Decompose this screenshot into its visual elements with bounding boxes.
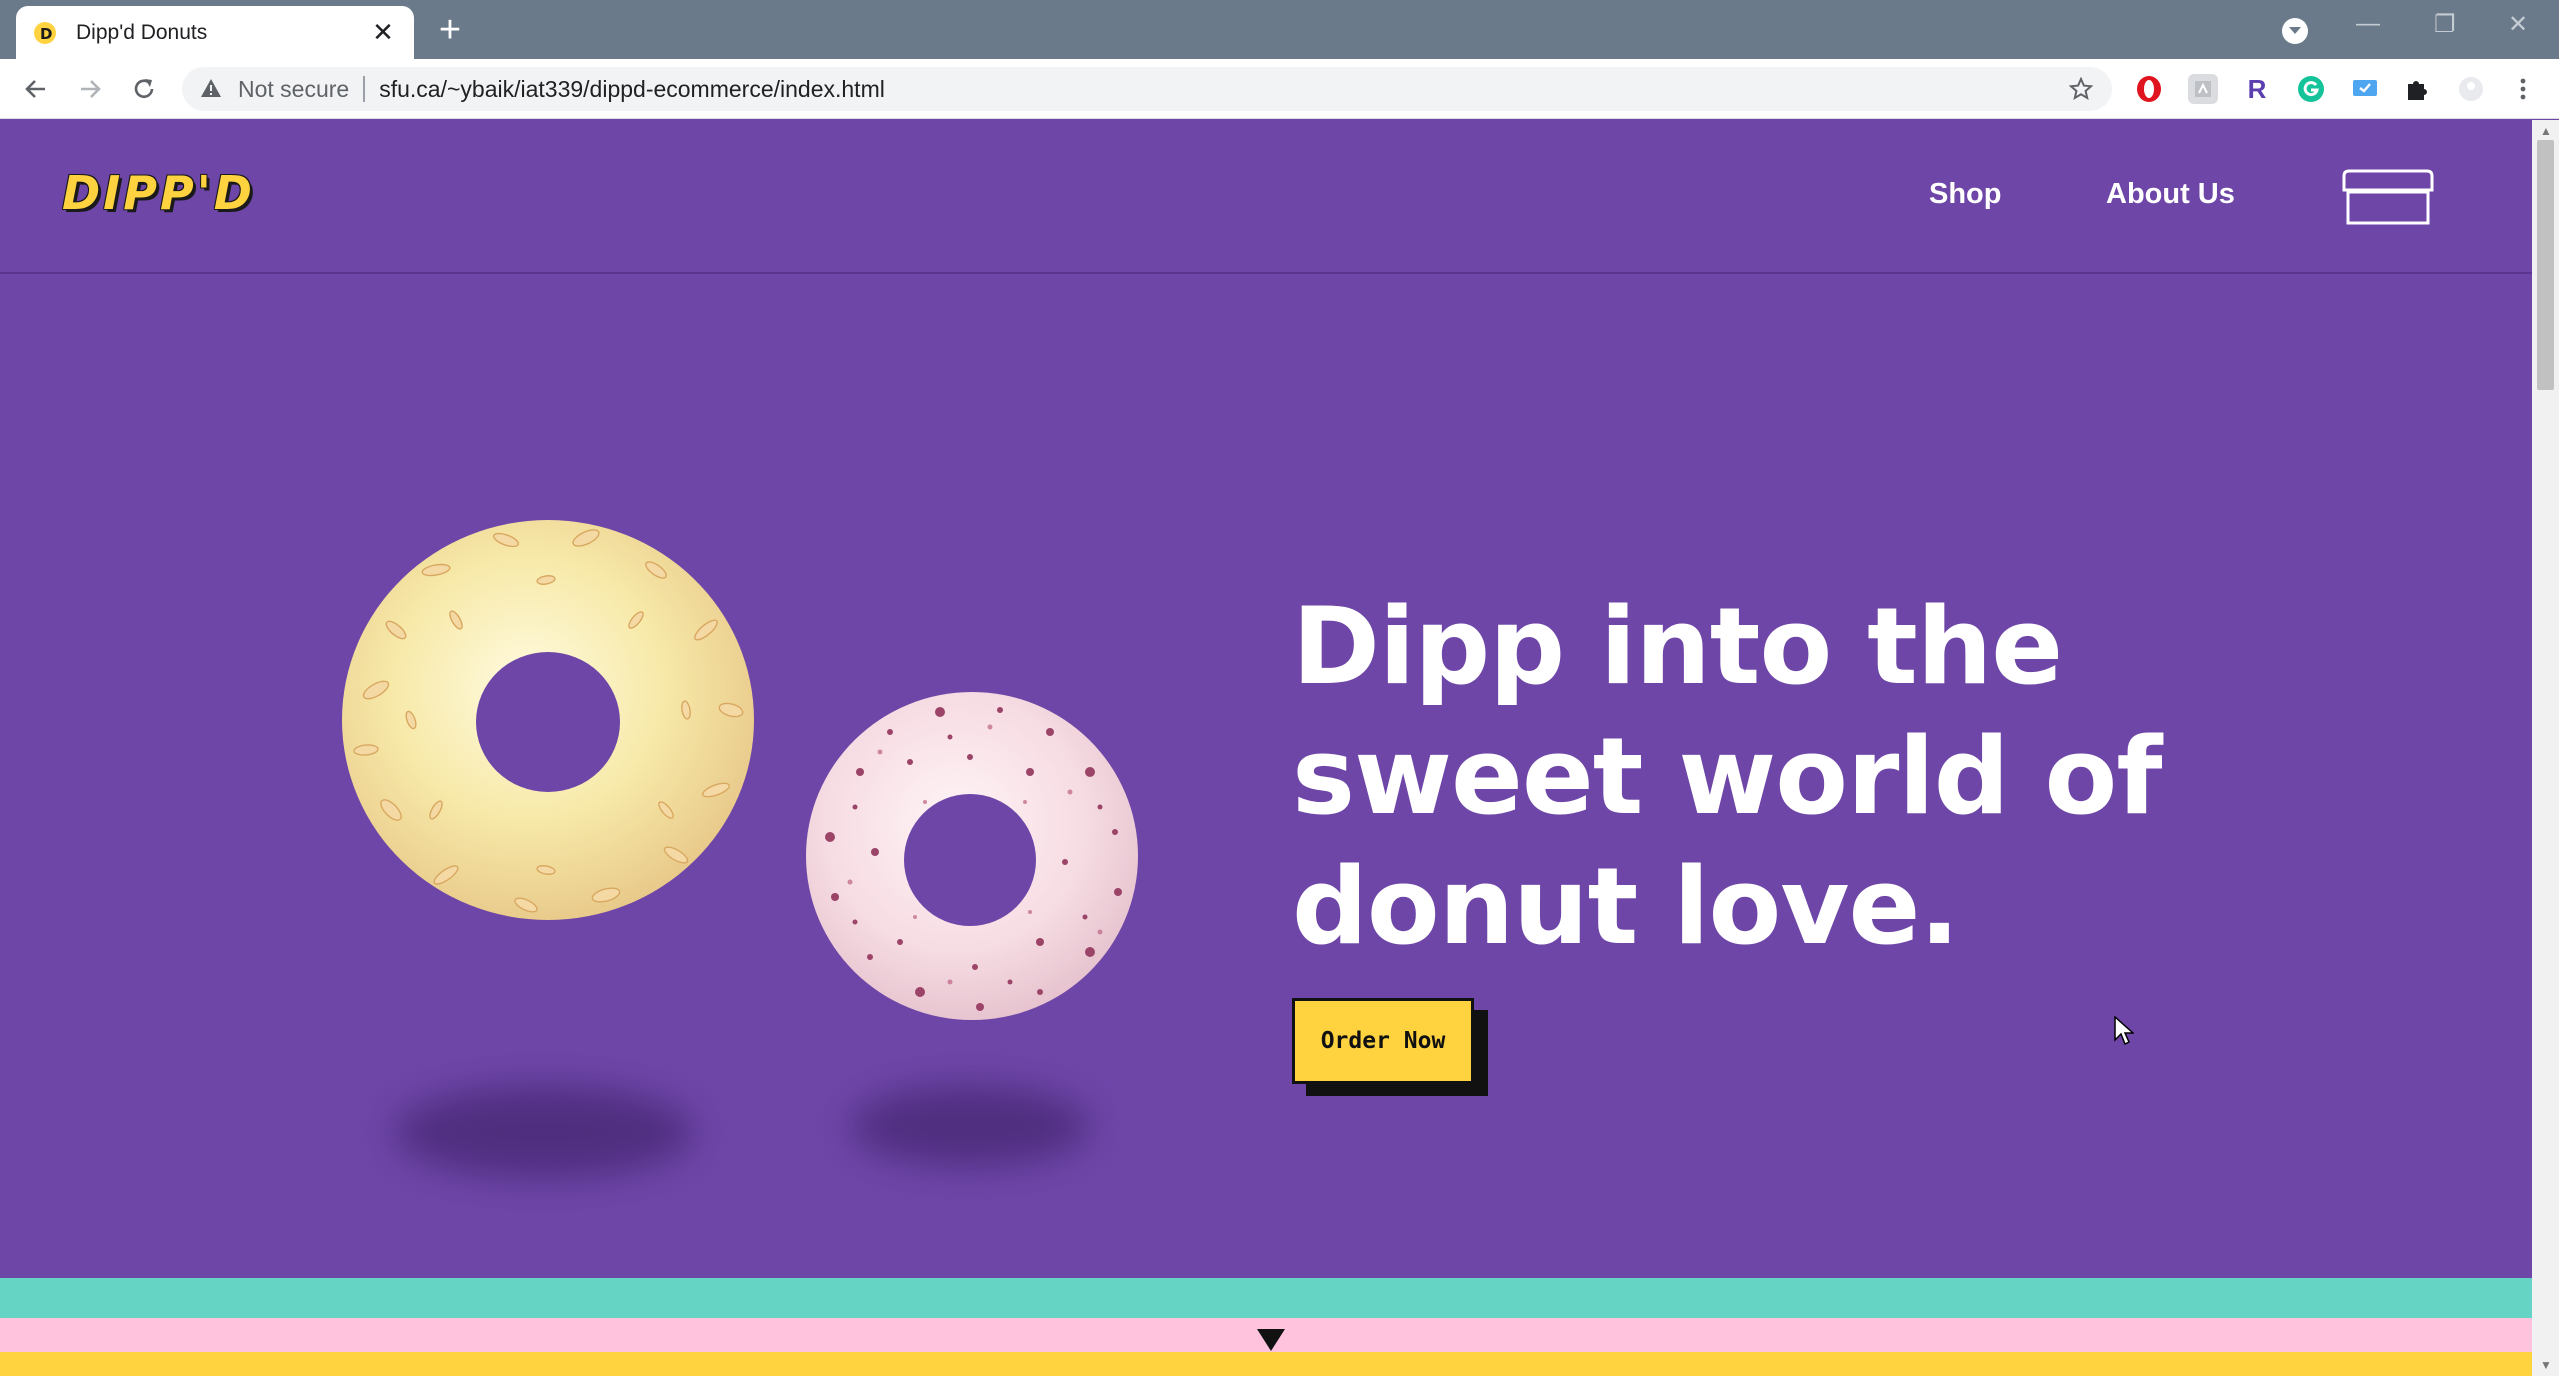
yellow-stripe — [0, 1352, 2532, 1376]
screencast-icon[interactable] — [2350, 74, 2380, 104]
url-text[interactable]: sfu.ca/~ybaik/iat339/dippd-ecommerce/ind… — [379, 76, 2066, 103]
donut-shadow-right — [850, 1086, 1090, 1166]
reload-icon[interactable] — [126, 71, 162, 107]
webpage: DIPP'D Shop About Us Dipp into the sweet… — [0, 120, 2532, 1376]
order-now-button[interactable]: Order Now — [1292, 998, 1474, 1084]
profile-avatar-icon[interactable] — [2456, 74, 2486, 104]
nav-about-link[interactable]: About Us — [2106, 178, 2235, 211]
close-tab-icon[interactable]: ✕ — [368, 17, 398, 48]
minimize-icon[interactable]: — — [2356, 10, 2380, 38]
dippd-favicon-icon: D — [32, 20, 58, 46]
address-bar[interactable]: Not secure sfu.ca/~ybaik/iat339/dippd-ec… — [182, 67, 2112, 111]
nav-shop-link[interactable]: Shop — [1929, 178, 2002, 211]
cart-box-icon[interactable] — [2340, 168, 2436, 226]
browser-toolbar: Not secure sfu.ca/~ybaik/iat339/dippd-ec… — [0, 59, 2559, 119]
browser-tab-bar: D Dipp'd Donuts ✕ + — ❐ ✕ — [0, 0, 2559, 59]
scroll-up-arrow-icon[interactable]: ▲ — [2540, 124, 2552, 138]
address-divider — [363, 76, 366, 102]
svg-text:D: D — [40, 25, 52, 43]
opera-icon[interactable] — [2134, 74, 2164, 104]
forward-icon[interactable] — [72, 71, 108, 107]
teal-stripe — [0, 1278, 2532, 1318]
donut-shadow-left — [394, 1086, 694, 1178]
browser-menu-icon[interactable] — [2508, 74, 2538, 104]
scroll-down-icon[interactable]: ▼ — [2540, 1358, 2552, 1372]
browser-tab[interactable]: D Dipp'd Donuts ✕ — [16, 6, 414, 59]
warning-icon[interactable] — [200, 77, 224, 101]
site-header: DIPP'D Shop About Us — [0, 120, 2532, 274]
pink-sprinkle-donut-image — [806, 692, 1138, 1020]
scroll-down-arrow-icon[interactable] — [1256, 1328, 1286, 1352]
back-icon[interactable] — [18, 71, 54, 107]
restore-icon[interactable]: ❐ — [2434, 10, 2456, 39]
window-close-icon[interactable]: ✕ — [2508, 10, 2528, 39]
site-logo[interactable]: DIPP'D — [62, 166, 255, 220]
security-label[interactable]: Not secure — [238, 76, 349, 103]
mouse-cursor-icon — [2114, 1016, 2134, 1046]
hero-title: Dipp into the sweet world of donut love. — [1292, 585, 2162, 968]
tab-search-icon[interactable] — [2282, 18, 2308, 44]
vanilla-coconut-donut-image — [342, 520, 754, 920]
bookmark-star-icon[interactable] — [2066, 74, 2096, 104]
scrollbar-thumb[interactable] — [2537, 140, 2554, 390]
grammarly-icon[interactable] — [2296, 74, 2326, 104]
new-tab-icon[interactable]: + — [432, 11, 468, 49]
page-scrollbar[interactable]: ▲ ▼ — [2532, 120, 2559, 1376]
tab-title: Dipp'd Donuts — [76, 20, 208, 44]
r-extension-icon[interactable]: R — [2242, 74, 2272, 104]
reader-icon[interactable] — [2188, 74, 2218, 104]
puzzle-icon[interactable] — [2402, 74, 2432, 104]
